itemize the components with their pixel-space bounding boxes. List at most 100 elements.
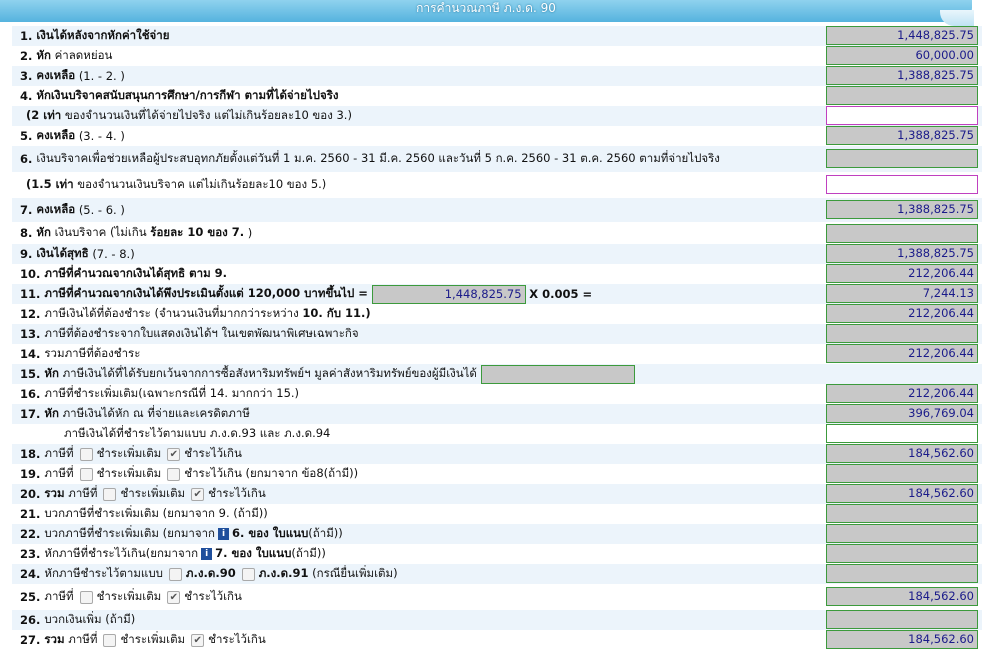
- additional-payment-checkbox[interactable]: [103, 487, 117, 501]
- row-16: 16. ภาษีที่ชำระเพิ่มเติม(เฉพาะกรณีที่ 14.…: [12, 384, 982, 404]
- row-27: 27. รวม ภาษีที่ ชำระเพิ่มเติม ✔ ชำระไว้เกิน …: [12, 630, 982, 650]
- row-label: (3. - 4. ): [78, 129, 125, 143]
- option-label: ชำระเพิ่มเติม: [96, 446, 162, 460]
- add-tax-22-field[interactable]: [826, 524, 978, 543]
- tax-result-20-field[interactable]: 184,562.60: [826, 484, 978, 503]
- row-label: หักเงินบริจาคสนับสนุนการศึกษา/การกีฬา ตา…: [36, 88, 339, 102]
- total-tax-payable-field[interactable]: 212,206.44: [826, 344, 978, 363]
- tax-on-net-income-field[interactable]: 212,206.44: [826, 264, 978, 283]
- row-23: 23. หักภาษีที่ชำระไว้เกิน(ยกมาจาก i 7. ของ …: [12, 544, 982, 564]
- row-number: 9.: [20, 247, 33, 261]
- row-label-bold: หัก: [36, 225, 51, 239]
- overpaid-checkbox[interactable]: ✔: [167, 447, 181, 461]
- tax-payable-field[interactable]: 212,206.44: [826, 304, 978, 323]
- option-label: ชำระไว้เกิน: [184, 446, 242, 460]
- flood-donation-limit-field[interactable]: [826, 175, 978, 194]
- row-number: 5.: [20, 129, 33, 143]
- option-label: ชำระไว้เกิน (ยกมาจาก ข้อ8(ถ้ามี)): [184, 466, 359, 480]
- row-number: 15.: [20, 367, 41, 381]
- row-label: รวมภาษีที่ต้องชำระ: [44, 346, 141, 360]
- row-label-bold: รวม: [44, 486, 65, 500]
- row-5: 5. คงเหลือ (3. - 4. ) 1,388,825.75: [12, 126, 982, 146]
- remaining-3-field[interactable]: 1,388,825.75: [826, 66, 978, 85]
- tax-on-assessable-field[interactable]: 7,244.13: [826, 284, 978, 303]
- row-label: เงินได้หลังจากหักค่าใช้จ่าย: [36, 28, 170, 42]
- row-2: 2. หัก ค่าลดหย่อน 60,000.00: [12, 46, 982, 66]
- row-label-bold: 10. กับ 11.): [302, 306, 371, 320]
- multiplier-label: X 0.005 =: [529, 287, 593, 301]
- overpaid-checkbox[interactable]: ✔: [167, 590, 181, 604]
- option-label: ชำระเพิ่มเติม: [96, 589, 162, 603]
- row-number: 1.: [20, 29, 33, 43]
- add-tax-21-field[interactable]: [826, 504, 978, 523]
- row-label-bold: หัก: [36, 48, 51, 62]
- row-label-bold: (2 เท่า: [26, 108, 62, 122]
- donation-deduction-field[interactable]: [826, 224, 978, 243]
- withholding-tax-field[interactable]: 396,769.04: [826, 404, 978, 423]
- row-number: 8.: [20, 226, 33, 240]
- surcharge-field[interactable]: [826, 610, 978, 629]
- remaining-7-field[interactable]: 1,388,825.75: [826, 200, 978, 219]
- row-12: 12. ภาษีเงินได้ที่ต้องชำระ (จำนวนเงินที่ม…: [12, 304, 982, 324]
- option-label: ภ.ง.ด.91: [258, 566, 309, 580]
- overpaid-checkbox[interactable]: [167, 467, 181, 481]
- row-number: 10.: [20, 267, 41, 281]
- tax-result-18-field[interactable]: 184,562.60: [826, 444, 978, 463]
- additional-payment-checkbox[interactable]: [103, 633, 117, 647]
- overpaid-checkbox[interactable]: ✔: [191, 633, 205, 647]
- tax-result-25-field[interactable]: 184,562.60: [826, 587, 978, 606]
- pnd90-checkbox[interactable]: [168, 567, 182, 581]
- row-number: 18.: [20, 447, 41, 461]
- option-label: ชำระไว้เกิน: [208, 486, 266, 500]
- row-6b: (1.5 เท่า ของจำนวนเงินบริจาค แต่ไม่เกินร…: [12, 172, 982, 198]
- overpaid-checkbox[interactable]: ✔: [191, 487, 205, 501]
- row-label: ภาษีที่คำนวณจากเงินได้สุทธิ ตาม 9.: [44, 266, 228, 280]
- row-number: 3.: [20, 69, 33, 83]
- additional-tax-field[interactable]: 212,206.44: [826, 384, 978, 403]
- info-icon[interactable]: i: [218, 528, 230, 540]
- income-after-expense-field[interactable]: 1,448,825.75: [826, 26, 978, 45]
- net-income-field[interactable]: 1,388,825.75: [826, 244, 978, 263]
- special-zone-tax-field[interactable]: [826, 324, 978, 343]
- deduct-prior-tax-24-field[interactable]: [826, 564, 978, 583]
- info-icon[interactable]: i: [201, 548, 213, 560]
- tax-result-19-field[interactable]: [826, 464, 978, 483]
- additional-payment-checkbox[interactable]: [79, 447, 93, 461]
- education-donation-field[interactable]: [826, 86, 978, 105]
- row-ref: 7. ของ ใบแนบ: [215, 546, 292, 560]
- additional-payment-checkbox[interactable]: [79, 467, 93, 481]
- total-tax-result-27-field[interactable]: 184,562.60: [826, 630, 978, 649]
- row-22: 22. บวกภาษีที่ชำระเพิ่มเติม (ยกมาจาก i 6. ข…: [12, 524, 982, 544]
- deduct-overpaid-23-field[interactable]: [826, 544, 978, 563]
- pnd93-94-field[interactable]: [826, 424, 978, 443]
- row-label: (5. - 6. ): [78, 203, 125, 217]
- row-number: 24.: [20, 567, 41, 581]
- row-number: 17.: [20, 407, 41, 421]
- education-donation-limit-field[interactable]: [826, 106, 978, 125]
- option-label: ชำระไว้เกิน: [184, 589, 242, 603]
- row-24: 24. หักภาษีชำระไว้ตามแบบ ภ.ง.ด.90 ภ.ง.ด.91 …: [12, 564, 982, 584]
- row-label: ภาษีที่คำนวณจากเงินได้พึงประเมินตั้งแต่ …: [44, 286, 368, 300]
- row-15: 15. หัก ภาษีเงินได้ที่ได้รับยกเว้นจากการซ…: [12, 364, 982, 384]
- row-number: 23.: [20, 547, 41, 561]
- row-label: ภาษีเงินได้ที่ชำระไว้ตามแบบ ภ.ง.ด.93 และ…: [64, 426, 331, 440]
- row-number: 27.: [20, 633, 41, 647]
- assessable-income-field[interactable]: 1,448,825.75: [371, 284, 526, 304]
- property-value-field[interactable]: [480, 364, 635, 384]
- header-tail: [940, 10, 974, 26]
- row-label-bold: หัก: [44, 366, 59, 380]
- row-18: 18. ภาษีที่ ชำระเพิ่มเติม ✔ ชำระไว้เกิน 184,…: [12, 444, 982, 464]
- row-8: 8. หัก เงินบริจาค (ไม่เกิน ร้อยละ 10 ของ …: [12, 222, 982, 244]
- row-label-end: (กรณียื่นเพิ่มเติม): [312, 566, 398, 580]
- option-label: ชำระเพิ่มเติม: [120, 632, 186, 646]
- row-number: 4.: [20, 89, 33, 103]
- additional-payment-checkbox[interactable]: [79, 590, 93, 604]
- row-9: 9. เงินได้สุทธิ (7. - 8.) 1,388,825.75: [12, 244, 982, 264]
- row-13: 13. ภาษีที่ต้องชำระจากใบแสดงเงินได้ฯ ในเข…: [12, 324, 982, 344]
- deduction-field[interactable]: 60,000.00: [826, 46, 978, 65]
- row-17: 17. หัก ภาษีเงินได้หัก ณ ที่จ่ายและเครดิต…: [12, 404, 982, 424]
- pnd91-checkbox[interactable]: [241, 567, 255, 581]
- flood-donation-field[interactable]: [826, 149, 978, 168]
- remaining-5-field[interactable]: 1,388,825.75: [826, 126, 978, 145]
- row-4b: (2 เท่า ของจำนวนเงินที่ได้จ่ายไปจริง แต่…: [12, 106, 982, 126]
